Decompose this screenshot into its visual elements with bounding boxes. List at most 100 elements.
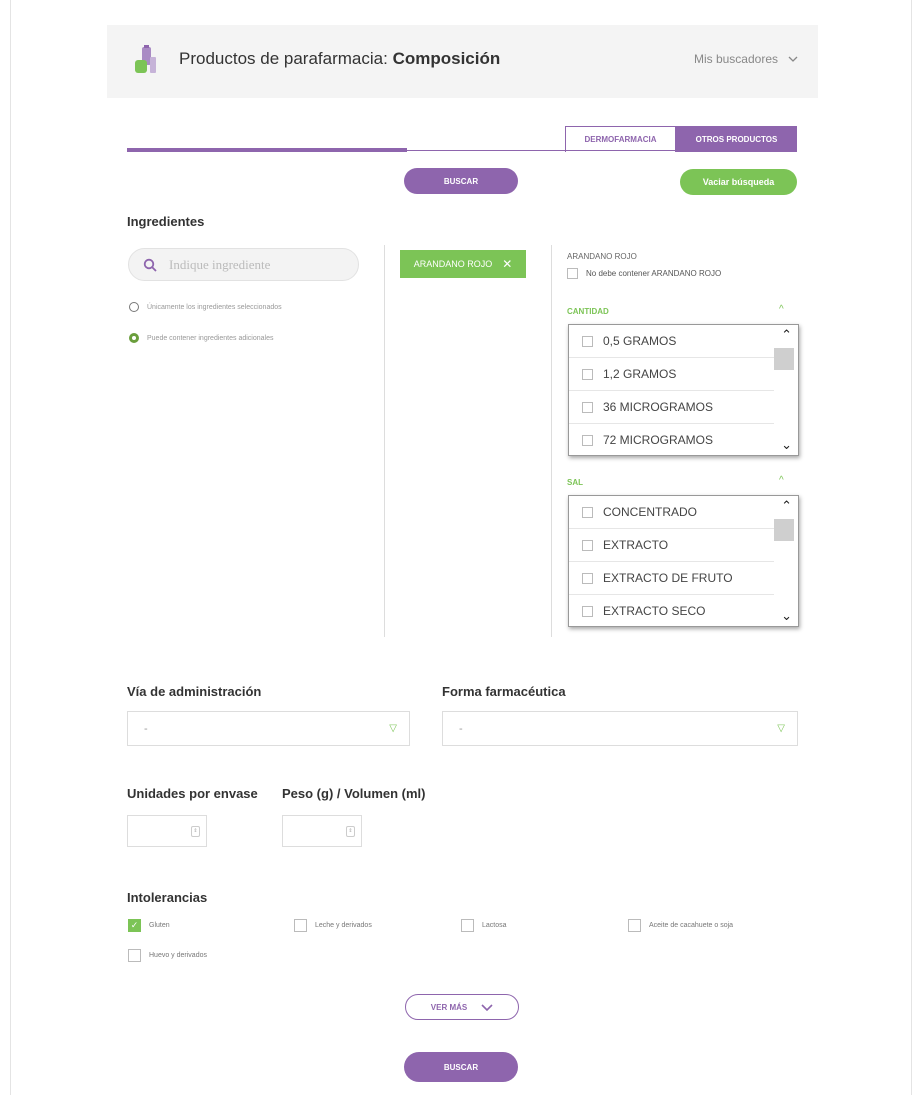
scrollbar[interactable]: ⌃ ⌄ (774, 496, 798, 626)
chevron-down-icon: ▽ (389, 723, 397, 734)
scrollbar-thumb[interactable] (774, 348, 794, 370)
cantidad-listbox[interactable]: 0,5 GRAMOS 1,2 GRAMOS 36 MICROGRAMOS 72 … (568, 324, 799, 456)
tab-otros-productos[interactable]: OTROS PRODUCTOS (676, 126, 797, 152)
ingredient-search-placeholder: Indique ingrediente (169, 256, 271, 272)
via-administracion-label: Vía de administración (127, 684, 262, 699)
list-item[interactable]: EXTRACTO (569, 529, 774, 562)
list-item-label: 36 MICROGRAMOS (603, 400, 714, 414)
checkbox[interactable] (582, 506, 593, 518)
sal-filter-title: SAL (567, 478, 583, 487)
checkbox[interactable] (582, 335, 593, 347)
via-administracion-select[interactable]: - ▽ (127, 711, 410, 746)
scrollbar[interactable]: ⌃ ⌄ (774, 325, 798, 455)
forma-farmaceutica-label: Forma farmacéutica (442, 684, 566, 699)
intolerance-leche[interactable]: Leche y derivados (294, 919, 372, 932)
my-finders-dropdown[interactable]: Mis buscadores (694, 52, 798, 66)
radio-button[interactable] (129, 302, 139, 312)
search-button-top[interactable]: BUSCAR (404, 168, 518, 194)
page-frame-right (911, 0, 912, 1095)
checkbox[interactable] (582, 539, 593, 551)
list-item-label: EXTRACTO SECO (603, 604, 706, 618)
search-button-bottom[interactable]: BUSCAR (404, 1052, 518, 1082)
exclude-ingredient-checkbox[interactable]: No debe contener ARANDANO ROJO (567, 268, 721, 279)
checkbox[interactable] (628, 919, 641, 932)
list-item[interactable]: EXTRACTO DE FRUTO (569, 562, 774, 595)
peso-volumen-stepper[interactable]: ⇕ (282, 815, 362, 847)
cantidad-filter-title: CANTIDAD (567, 307, 609, 316)
tab-bar: DERMOFARMACIA OTROS PRODUCTOS (565, 126, 797, 152)
selected-ingredient-label: ARANDANO ROJO (413, 259, 493, 269)
close-icon[interactable]: ✕ (502, 257, 512, 271)
unidades-envase-label: Unidades por envase (127, 786, 258, 801)
column-divider-right (551, 245, 552, 637)
see-more-button[interactable]: VER MÁS (405, 994, 519, 1020)
scroll-up-icon[interactable]: ⌃ (781, 498, 792, 514)
list-item[interactable]: CONCENTRADO (569, 496, 774, 529)
radio-only-selected-label: Únicamente los ingredientes seleccionado… (147, 303, 282, 311)
list-item[interactable]: 36 MICROGRAMOS (569, 391, 774, 424)
radio-additional-ingredients[interactable]: Puede contener ingredientes adicionales (129, 333, 273, 343)
my-finders-label: Mis buscadores (693, 52, 778, 66)
stepper-arrows-icon[interactable]: ⇕ (191, 826, 200, 837)
list-item-label: 72 MICROGRAMOS (603, 433, 714, 447)
page-title-prefix: Productos de parafarmacia: (179, 49, 393, 68)
selected-ingredient-chip[interactable]: ARANDANO ROJO ✕ (400, 250, 526, 278)
intolerance-huevo[interactable]: Huevo y derivados (128, 949, 207, 962)
unidades-envase-stepper[interactable]: ⇕ (127, 815, 207, 847)
scroll-up-icon[interactable]: ⌃ (781, 327, 792, 343)
clear-search-button[interactable]: Vaciar búsqueda (680, 169, 797, 195)
list-item[interactable]: 0,5 GRAMOS (569, 325, 774, 358)
intolerance-cacahuete-soja[interactable]: Aceite de cacahuete o soja (628, 919, 733, 932)
scrollbar-thumb[interactable] (774, 519, 794, 541)
radio-additional-label: Puede contener ingredientes adicionales (147, 334, 274, 342)
list-item[interactable]: EXTRACTO SECO (569, 595, 774, 626)
checkbox[interactable] (294, 919, 307, 932)
intolerance-label: Leche y derivados (315, 922, 372, 929)
chevron-down-icon: ▽ (777, 723, 785, 734)
search-icon (143, 258, 157, 272)
list-item-label: 1,2 GRAMOS (603, 367, 677, 381)
intolerance-lactosa[interactable]: Lactosa (461, 919, 507, 932)
list-item-label: CONCENTRADO (603, 505, 698, 519)
ingredients-heading: Ingredientes (127, 214, 205, 229)
checkbox[interactable] (461, 919, 474, 932)
chevron-down-icon (788, 56, 798, 62)
checkbox[interactable] (128, 949, 141, 962)
collapse-sal-icon[interactable]: ^ (779, 475, 784, 486)
tab-progress-indicator (127, 148, 407, 152)
stepper-arrows-icon[interactable]: ⇕ (346, 826, 355, 837)
checkbox[interactable] (582, 401, 593, 413)
checkbox[interactable] (582, 368, 593, 380)
list-item[interactable]: 1,2 GRAMOS (569, 358, 774, 391)
sal-listbox[interactable]: CONCENTRADO EXTRACTO EXTRACTO DE FRUTO E… (568, 495, 799, 627)
collapse-cantidad-icon[interactable]: ^ (779, 304, 784, 315)
page-title-bold: Composición (392, 49, 501, 68)
intolerance-label: Huevo y derivados (149, 952, 207, 959)
scroll-down-icon[interactable]: ⌄ (781, 608, 792, 624)
page-header: Productos de parafarmacia: Composición M… (107, 25, 818, 98)
parapharmacy-icon (135, 45, 156, 73)
checkbox[interactable] (567, 268, 578, 279)
tab-dermofarmacia[interactable]: DERMOFARMACIA (565, 126, 676, 152)
peso-volumen-label: Peso (g) / Volumen (ml) (282, 786, 426, 801)
radio-button-selected[interactable] (129, 333, 139, 343)
intolerance-gluten[interactable]: ✓ Gluten (128, 919, 170, 932)
list-item-label: EXTRACTO DE FRUTO (603, 571, 733, 585)
exclude-ingredient-label: No debe contener ARANDANO ROJO (586, 269, 722, 278)
radio-only-selected[interactable]: Únicamente los ingredientes seleccionado… (129, 302, 282, 312)
checkbox-checked[interactable]: ✓ (128, 919, 141, 932)
forma-farmaceutica-select[interactable]: - ▽ (442, 711, 798, 746)
page-frame-left (10, 0, 11, 1095)
ingredient-search-input[interactable]: Indique ingrediente (128, 248, 359, 281)
page-title: Productos de parafarmacia: Composición (179, 49, 500, 69)
checkbox[interactable] (582, 572, 593, 584)
via-administracion-value: - (144, 722, 148, 735)
scroll-down-icon[interactable]: ⌄ (781, 437, 792, 453)
intolerance-label: Gluten (149, 922, 170, 929)
list-item[interactable]: 72 MICROGRAMOS (569, 424, 774, 455)
intolerance-label: Aceite de cacahuete o soja (649, 922, 734, 929)
column-divider-left (384, 245, 385, 637)
checkbox[interactable] (582, 434, 593, 446)
list-item-label: EXTRACTO (603, 538, 669, 552)
checkbox[interactable] (582, 605, 593, 617)
